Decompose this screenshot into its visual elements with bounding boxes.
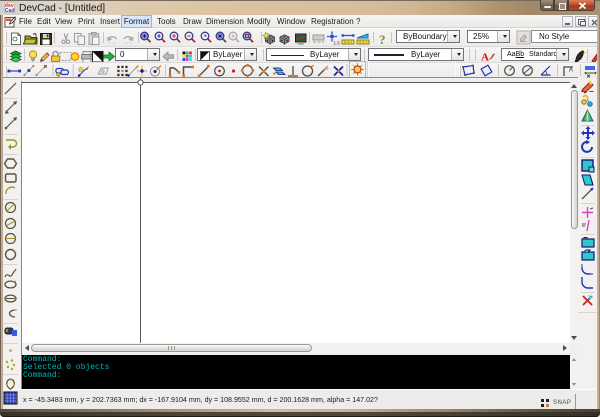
svg-text:?: ? xyxy=(379,32,386,45)
svg-text:A: A xyxy=(569,68,573,74)
svg-text:Cad: Cad xyxy=(5,8,15,13)
svg-text:1.5: 1.5 xyxy=(334,41,341,46)
